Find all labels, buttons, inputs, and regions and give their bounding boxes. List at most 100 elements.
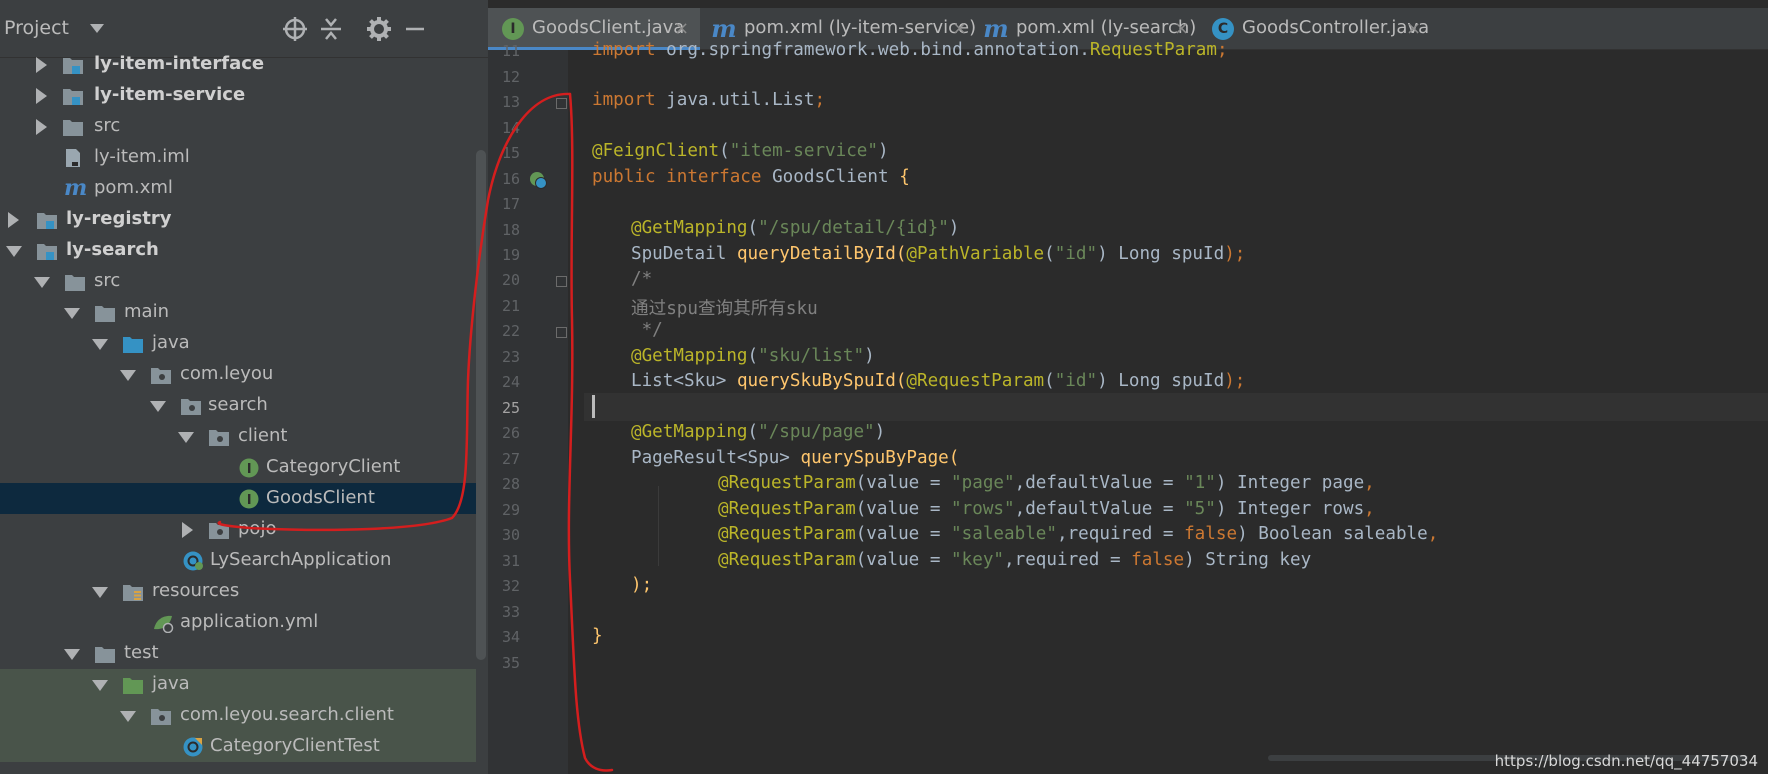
maven-icon: m [983,14,1009,43]
expand-arrow-icon[interactable] [36,119,47,135]
tree-item-client[interactable]: client [0,421,476,452]
collapse-arrow-icon[interactable] [6,246,22,257]
collapse-arrow-icon[interactable] [92,587,108,598]
tree-item-application-yml[interactable]: application.yml [0,607,476,638]
tree-label: client [238,425,288,446]
collapse-arrow-icon[interactable] [64,308,80,319]
code-line-24: List<Sku> querySkuBySpuId(@RequestParam(… [631,371,1246,391]
tree-item-pojo[interactable]: pojo [0,514,476,545]
interface-icon [238,458,260,478]
close-icon[interactable]: × [674,18,689,39]
tree-label: java [152,673,190,694]
tree-item-ly-search[interactable]: ly-search [0,235,476,266]
line-number: 32 [501,577,520,595]
code-area[interactable]: import org.springframework.web.bind.anno… [584,40,1768,774]
line-number: 11 [501,42,520,60]
tree-label: resources [152,580,240,601]
tree-item-category-client[interactable]: CategoryClient [0,452,476,483]
code-line-30: @RequestParam(value = "saleable",require… [718,524,1439,544]
collapse-arrow-icon[interactable] [92,339,108,350]
line-number: 14 [501,119,520,137]
tree-item-com-leyou-search-client[interactable]: com.leyou.search.client [0,700,476,731]
line-number: 29 [501,501,520,519]
code-line-13: import java.util.List; [592,90,826,110]
locate-icon[interactable] [280,14,310,44]
collapse-arrow-icon[interactable] [34,277,50,288]
code-line-19: SpuDetail queryDetailById(@PathVariable(… [631,244,1246,264]
close-icon[interactable]: × [952,18,967,39]
tree-item-ly-item-service[interactable]: ly-item-service [0,80,476,111]
maven-icon: m [64,175,88,201]
code-line-18: @GetMapping("/spu/detail/{id}") [631,218,960,238]
tab-label: pom.xml (ly-search) [1016,17,1197,38]
expand-arrow-icon[interactable] [182,522,193,538]
tree-label: application.yml [180,611,319,632]
tree-item-src[interactable]: src [0,266,476,297]
tab-label: pom.xml (ly-item-service) [744,17,977,38]
watermark-text: https://blog.csdn.net/qq_44757034 [1494,752,1758,770]
tree-item-main[interactable]: main [0,297,476,328]
collapse-arrow-icon[interactable] [120,370,136,381]
code-line-21: 通过spu查询其所有sku [631,299,818,319]
expand-arrow-icon[interactable] [8,212,19,228]
tab-goods-controller-java[interactable]: C GoodsController.java × [1198,8,1430,50]
collapse-arrow-icon[interactable] [178,432,194,443]
line-number: 26 [501,424,520,442]
collapse-arrow-icon[interactable] [92,680,108,691]
tab-label: GoodsClient.java [532,17,685,38]
tree-item-ly-registry[interactable]: ly-registry [0,204,476,235]
tree-label: search [208,394,268,415]
source-folder-icon [122,334,144,354]
close-icon[interactable]: × [1174,18,1189,39]
fold-marker-icon[interactable] [556,276,567,287]
line-number: 12 [501,68,520,86]
fold-marker-icon[interactable] [556,98,567,109]
tree-label: CategoryClient [266,456,401,477]
tree-item-ly-search-application[interactable]: LySearchApplication [0,545,476,576]
tree-item-category-client-test[interactable]: CategoryClientTest [0,731,476,762]
implementation-marker-icon[interactable] [528,170,548,190]
chevron-down-icon[interactable] [90,24,104,33]
tree-item-pom-xml[interactable]: m pom.xml [0,173,476,204]
expand-arrow-icon[interactable] [36,88,47,104]
tree-item-com-leyou[interactable]: com.leyou [0,359,476,390]
indent-guide [658,486,659,566]
collapse-arrow-icon[interactable] [64,649,80,660]
gear-icon[interactable] [364,14,394,44]
tree-item-test[interactable]: test [0,638,476,669]
tree-item-resources[interactable]: resources [0,576,476,607]
tree-item-search[interactable]: search [0,390,476,421]
tree-item-test-java[interactable]: java [0,669,476,700]
collapse-arrow-icon[interactable] [120,711,136,722]
expand-arrow-icon[interactable] [36,57,47,73]
code-line-34: } [592,626,603,646]
package-icon [150,706,172,726]
tree-item-ly-item-iml[interactable]: ly-item.iml [0,142,476,173]
folder-icon [94,303,116,323]
code-line-27: PageResult<Spu> querySpuByPage( [631,448,960,468]
code-line-26: @GetMapping("/spu/page") [631,422,886,442]
collapse-all-icon[interactable] [316,14,346,44]
line-number: 19 [501,246,520,264]
project-view-selector[interactable]: Project [4,17,69,39]
package-icon [208,427,230,447]
project-scrollbar[interactable] [476,150,486,660]
tree-label: LySearchApplication [210,549,392,570]
line-number: 18 [501,221,520,239]
tree-item-java[interactable]: java [0,328,476,359]
tree-label: java [152,332,190,353]
code-line-15: @FeignClient("item-service") [592,141,889,161]
close-icon[interactable]: × [1406,18,1421,39]
tree-item-goods-client[interactable]: GoodsClient [0,483,476,514]
spring-config-icon [152,613,174,633]
tree-item-src[interactable]: src [0,111,476,142]
fold-marker-icon[interactable] [556,327,567,338]
collapse-arrow-icon[interactable] [150,401,166,412]
code-line-20: /* [631,269,653,289]
tree-label: pom.xml [94,177,173,198]
hide-icon[interactable] [400,14,430,44]
line-number: 23 [501,348,520,366]
line-number: 20 [501,271,520,289]
tree-item-ly-item-interface[interactable]: ly-item-interface [0,49,476,80]
interface-icon: I [502,18,524,40]
